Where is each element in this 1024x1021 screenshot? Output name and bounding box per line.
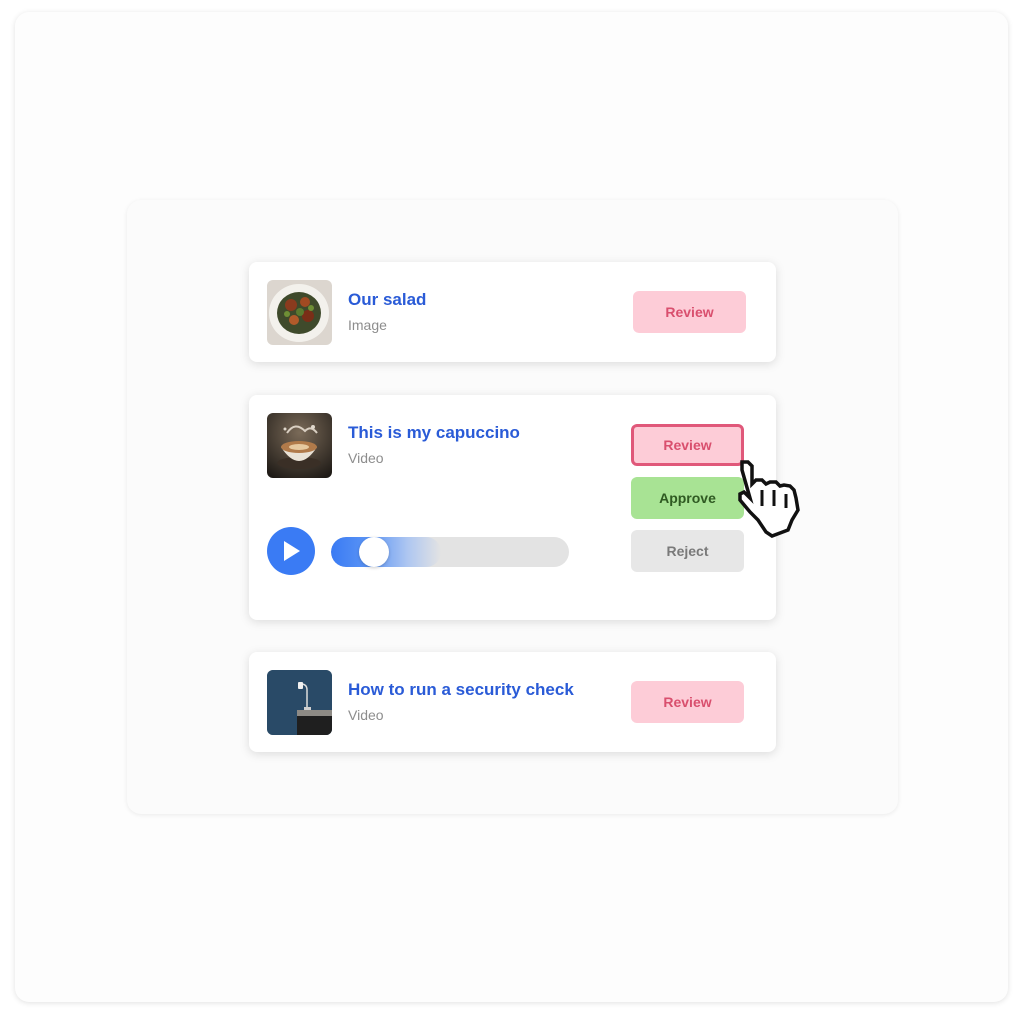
pointing-hand-cursor-icon — [732, 458, 814, 545]
approve-button[interactable]: Approve — [631, 477, 744, 519]
list-item-capuccino: This is my capuccino Video Review Approv… — [249, 395, 776, 620]
play-icon — [284, 541, 300, 561]
item-title[interactable]: Our salad — [348, 290, 426, 310]
reject-button[interactable]: Reject — [631, 530, 744, 572]
video-progress-handle[interactable] — [359, 537, 389, 567]
item-type: Video — [348, 450, 384, 466]
desk-lamp-thumbnail[interactable] — [267, 670, 332, 735]
list-item-our-salad: Our salad Image Review — [249, 262, 776, 362]
list-item-security-check: How to run a security check Video Review — [249, 652, 776, 752]
item-type: Image — [348, 317, 387, 333]
review-button[interactable]: Review — [631, 681, 744, 723]
item-type: Video — [348, 707, 384, 723]
salad-thumbnail[interactable] — [267, 280, 332, 345]
item-title[interactable]: How to run a security check — [348, 680, 574, 700]
item-title[interactable]: This is my capuccino — [348, 423, 520, 443]
cappuccino-thumbnail[interactable] — [267, 413, 332, 478]
play-button[interactable] — [267, 527, 315, 575]
review-button[interactable]: Review — [633, 291, 746, 333]
review-button[interactable]: Review — [631, 424, 744, 466]
